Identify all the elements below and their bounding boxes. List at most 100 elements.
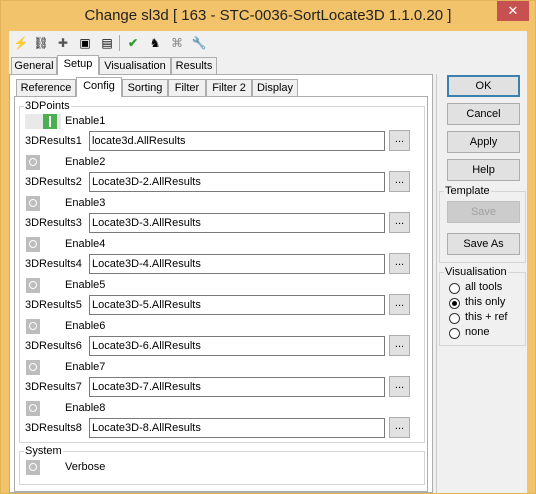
save-button[interactable]: Save bbox=[447, 201, 520, 223]
enable4-label: Enable4 bbox=[65, 238, 106, 250]
browse-button[interactable]: ... bbox=[389, 212, 410, 233]
tab-display[interactable]: Display bbox=[252, 79, 298, 97]
group-title: System bbox=[24, 445, 63, 458]
puzzle-icon[interactable]: ✚ bbox=[55, 35, 71, 51]
radio-label: all tools bbox=[465, 281, 503, 293]
radio-all-tools[interactable] bbox=[449, 283, 460, 294]
tab-results[interactable]: Results bbox=[171, 57, 217, 75]
toggle-dot bbox=[29, 158, 37, 166]
enable7-label: Enable7 bbox=[65, 361, 106, 373]
close-button[interactable]: ✕ bbox=[497, 1, 529, 21]
network-icon[interactable]: ⌘ bbox=[169, 35, 185, 51]
toggle-dot bbox=[29, 463, 37, 471]
template-title: Template bbox=[444, 185, 491, 198]
browse-button[interactable]: ... bbox=[389, 376, 410, 397]
group-title: 3DPoints bbox=[24, 100, 71, 113]
enable8-toggle[interactable] bbox=[25, 401, 61, 416]
window-title: Change sl3d [ 163 - STC-0036-SortLocate3… bbox=[84, 7, 452, 24]
save-as-button[interactable]: Save As bbox=[447, 233, 520, 255]
toggle-dot bbox=[29, 240, 37, 248]
toggle-dot bbox=[29, 363, 37, 371]
browse-button[interactable]: ... bbox=[389, 171, 410, 192]
run-person-icon[interactable]: ♞ bbox=[147, 35, 163, 51]
3dresults3-label: 3DResults3 bbox=[25, 217, 82, 229]
cancel-button[interactable]: Cancel bbox=[447, 103, 520, 125]
help-button[interactable]: Help bbox=[447, 159, 520, 181]
notepad-icon[interactable]: ▤ bbox=[99, 35, 115, 51]
link-icon[interactable]: ⛓ bbox=[33, 35, 49, 51]
tab-filter[interactable]: Filter bbox=[168, 79, 206, 97]
visualisation-title: Visualisation bbox=[444, 266, 508, 279]
tab-config[interactable]: Config bbox=[76, 77, 122, 97]
verbose-toggle[interactable] bbox=[25, 460, 61, 475]
3dresults6-label: 3DResults6 bbox=[25, 340, 82, 352]
3dresults3-field[interactable]: Locate3D-3.AllResults bbox=[89, 213, 385, 233]
browse-button[interactable]: ... bbox=[389, 253, 410, 274]
enable3-toggle[interactable] bbox=[25, 196, 61, 211]
window-border-right bbox=[527, 31, 535, 493]
browse-button[interactable]: ... bbox=[389, 417, 410, 438]
tab-filter-2[interactable]: Filter 2 bbox=[206, 79, 252, 97]
enable2-toggle[interactable] bbox=[25, 155, 61, 170]
enable5-label: Enable5 bbox=[65, 279, 106, 291]
browse-button[interactable]: ... bbox=[389, 130, 410, 151]
3dresults2-field[interactable]: Locate3D-2.AllResults bbox=[89, 172, 385, 192]
3dresults5-field[interactable]: Locate3D-5.AllResults bbox=[89, 295, 385, 315]
toggle-dot bbox=[29, 281, 37, 289]
radio-this-ref[interactable] bbox=[449, 313, 460, 324]
radio-none[interactable] bbox=[449, 328, 460, 339]
3dresults2-label: 3DResults2 bbox=[25, 176, 82, 188]
wrench-icon[interactable]: 🔧 bbox=[191, 35, 207, 51]
toggle-knob bbox=[26, 278, 40, 293]
divider bbox=[436, 74, 437, 493]
toggle-dot bbox=[29, 199, 37, 207]
tab-sorting[interactable]: Sorting bbox=[122, 79, 168, 97]
enable4-toggle[interactable] bbox=[25, 237, 61, 252]
toggle-knob bbox=[26, 360, 40, 375]
enable6-toggle[interactable] bbox=[25, 319, 61, 334]
browse-button[interactable]: ... bbox=[389, 335, 410, 356]
toggle-knob bbox=[26, 460, 40, 475]
config-panel: 3DPoints System Verbose Enable1 3DResults… bbox=[14, 96, 428, 492]
3dresults7-label: 3DResults7 bbox=[25, 381, 82, 393]
enable7-toggle[interactable] bbox=[25, 360, 61, 375]
radio-this-only[interactable] bbox=[449, 298, 460, 309]
console-icon[interactable]: ▣ bbox=[77, 35, 93, 51]
dialog-window: Change sl3d [ 163 - STC-0036-SortLocate3… bbox=[0, 0, 536, 494]
browse-button[interactable]: ... bbox=[389, 294, 410, 315]
client-area: ⚡ ⛓ ✚ ▣ ▤ ✔ ♞ ⌘ 🔧 General Setup Visualis… bbox=[9, 31, 527, 493]
enable1-toggle[interactable] bbox=[25, 114, 61, 129]
title-bar: Change sl3d [ 163 - STC-0036-SortLocate3… bbox=[1, 1, 535, 31]
tab-visualisation[interactable]: Visualisation bbox=[99, 57, 171, 75]
radio-label: this only bbox=[465, 296, 506, 308]
3dresults4-field[interactable]: Locate3D-4.AllResults bbox=[89, 254, 385, 274]
radio-label: this + ref bbox=[465, 311, 508, 323]
enable2-label: Enable2 bbox=[65, 156, 106, 168]
3dresults1-field[interactable]: locate3d.AllResults bbox=[89, 131, 385, 151]
toggle-knob bbox=[26, 401, 40, 416]
window-border-left bbox=[1, 31, 9, 493]
3dresults6-field[interactable]: Locate3D-6.AllResults bbox=[89, 336, 385, 356]
3dresults5-label: 3DResults5 bbox=[25, 299, 82, 311]
tab-general[interactable]: General bbox=[11, 57, 57, 75]
setup-panel: Reference Config Sorting Filter Filter 2… bbox=[9, 74, 433, 493]
apply-button[interactable]: Apply bbox=[447, 131, 520, 153]
toggle-knob bbox=[43, 114, 57, 129]
enable3-label: Enable3 bbox=[65, 197, 106, 209]
radio-label: none bbox=[465, 326, 490, 338]
lightning-icon[interactable]: ⚡ bbox=[13, 35, 29, 51]
checkmark-icon[interactable]: ✔ bbox=[125, 35, 141, 51]
tab-reference[interactable]: Reference bbox=[16, 79, 76, 97]
ok-button[interactable]: OK bbox=[447, 75, 520, 97]
3dresults4-label: 3DResults4 bbox=[25, 258, 82, 270]
toggle-dot bbox=[29, 322, 37, 330]
3dresults8-label: 3DResults8 bbox=[25, 422, 82, 434]
enable1-label: Enable1 bbox=[65, 115, 106, 127]
enable5-toggle[interactable] bbox=[25, 278, 61, 293]
verbose-label: Verbose bbox=[65, 461, 106, 473]
3dresults8-field[interactable]: Locate3D-8.AllResults bbox=[89, 418, 385, 438]
tab-setup[interactable]: Setup bbox=[57, 55, 99, 75]
toggle-bar bbox=[49, 116, 51, 127]
enable6-label: Enable6 bbox=[65, 320, 106, 332]
3dresults7-field[interactable]: Locate3D-7.AllResults bbox=[89, 377, 385, 397]
